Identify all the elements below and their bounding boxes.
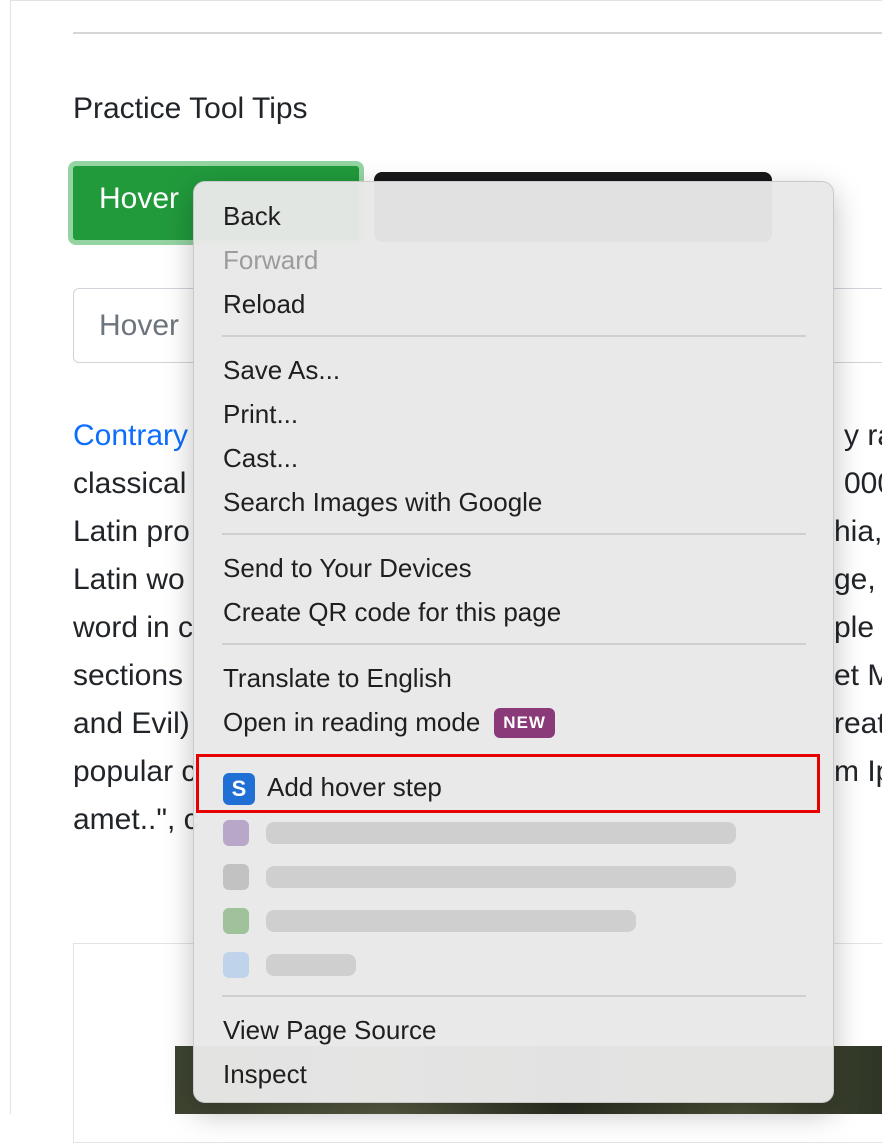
- paragraph-fragment: hia,: [834, 515, 882, 548]
- section-title: Practice Tool Tips: [73, 92, 308, 125]
- page-left-border: [10, 0, 11, 1114]
- menu-item-reload[interactable]: Reload: [223, 289, 305, 319]
- paragraph-fragment: ge,: [834, 563, 876, 596]
- page-top-border: [10, 0, 882, 1]
- menu-separator: [222, 533, 806, 535]
- menu-item-translate[interactable]: Translate to English: [223, 663, 452, 693]
- blurred-extension-item[interactable]: [266, 822, 736, 844]
- highlight-box: [196, 754, 820, 813]
- paragraph-right-fragments: y ran 000 hia, ge, ple s et M reat m Ip: [834, 412, 882, 796]
- blurred-extension-icon: [223, 908, 249, 934]
- menu-item-forward: Forward: [223, 245, 319, 275]
- menu-item-create-qr[interactable]: Create QR code for this page: [223, 597, 561, 627]
- menu-item-reading-mode[interactable]: Open in reading mode NEW: [223, 707, 555, 738]
- reading-mode-label: Open in reading mode: [223, 707, 481, 737]
- menu-item-cast[interactable]: Cast...: [223, 443, 298, 473]
- menu-item-send-to-devices[interactable]: Send to Your Devices: [223, 553, 472, 583]
- paragraph-fragment: et M: [834, 659, 882, 692]
- paragraph-fragment: m Ip: [834, 755, 882, 788]
- blurred-extension-item[interactable]: [266, 910, 636, 932]
- menu-item-print[interactable]: Print...: [223, 399, 298, 429]
- menu-separator: [222, 995, 806, 997]
- menu-item-search-images[interactable]: Search Images with Google: [223, 487, 542, 517]
- menu-separator: [222, 335, 806, 337]
- menu-item-save-as[interactable]: Save As...: [223, 355, 340, 385]
- new-badge: NEW: [494, 708, 555, 738]
- menu-item-inspect[interactable]: Inspect: [223, 1059, 307, 1089]
- context-menu: Back Forward Reload Save As... Print... …: [193, 181, 834, 1103]
- paragraph-fragment: 000: [844, 467, 882, 500]
- blurred-extension-item[interactable]: [266, 954, 356, 976]
- blurred-extension-icon: [223, 820, 249, 846]
- section-divider: [73, 32, 882, 34]
- menu-item-back[interactable]: Back: [223, 201, 281, 231]
- blurred-extension-icon: [223, 952, 249, 978]
- paragraph-fragment: y ran: [844, 419, 882, 452]
- blurred-extension-icon: [223, 864, 249, 890]
- paragraph-fragment: ple s: [834, 611, 882, 644]
- menu-separator: [222, 643, 806, 645]
- blurred-extension-item[interactable]: [266, 866, 736, 888]
- paragraph-fragment: reat: [834, 707, 882, 740]
- menu-item-view-source[interactable]: View Page Source: [223, 1015, 436, 1045]
